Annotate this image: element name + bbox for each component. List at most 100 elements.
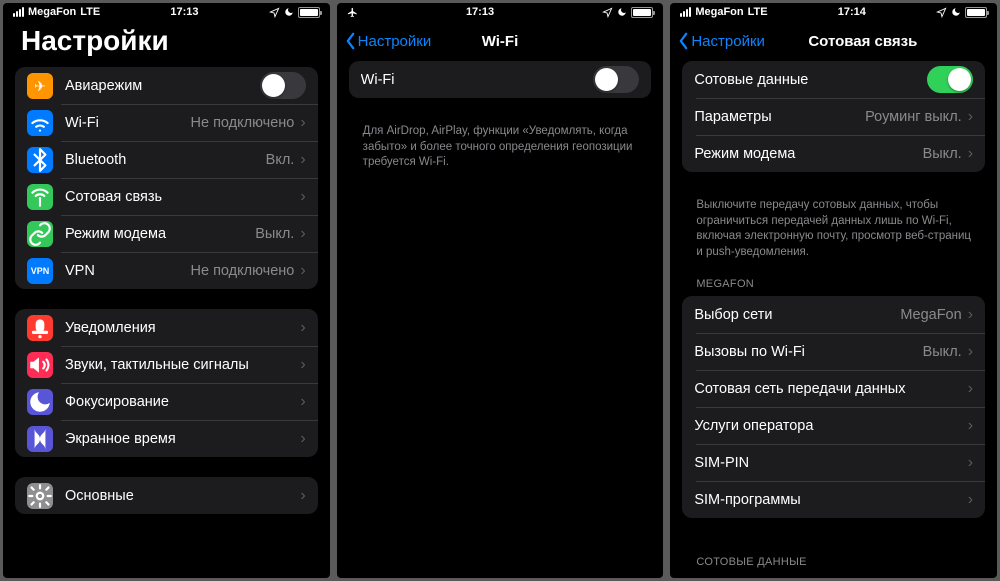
row-value: Выкл. — [923, 146, 962, 162]
settings-row[interactable]: ПараметрыРоуминг выкл. › — [682, 98, 985, 135]
row-label: Режим модема — [694, 146, 922, 162]
settings-section: Сотовые данные ПараметрыРоуминг выкл. › Р… — [682, 61, 985, 172]
dnd-moon-icon — [951, 7, 961, 17]
chevron-right-icon: › — [300, 226, 305, 242]
row-value: Не подключено — [191, 115, 295, 131]
chevron-right-icon: › — [300, 320, 305, 336]
settings-row[interactable]: Режим модемаВыкл. › — [682, 135, 985, 172]
chevron-right-icon: › — [968, 307, 973, 323]
row-value: Роуминг выкл. — [865, 109, 962, 125]
row-label: Сотовая сеть передачи данных — [694, 381, 967, 397]
row-label: Услуги оператора — [694, 418, 967, 434]
chevron-right-icon: › — [968, 455, 973, 471]
battery-icon — [965, 7, 987, 18]
back-button[interactable]: Настройки — [678, 32, 765, 50]
toggle-switch[interactable] — [260, 72, 306, 99]
settings-section: Wi-Fi — [349, 61, 652, 98]
settings-row[interactable]: Экранное время› — [15, 420, 318, 457]
VPN-icon: VPN — [27, 258, 53, 284]
status-time: 17:14 — [838, 6, 866, 18]
chevron-right-icon: › — [968, 146, 973, 162]
chevron-right-icon: › — [300, 357, 305, 373]
row-value: Выкл. — [255, 226, 294, 242]
chevron-right-icon: › — [968, 109, 973, 125]
settings-section: ✈Авиарежим Wi-FiНе подключено› Bluetooth… — [15, 67, 318, 289]
row-label: Вызовы по Wi-Fi — [694, 344, 922, 360]
moon-icon — [27, 389, 53, 415]
chevron-left-icon — [345, 32, 356, 50]
row-label: Bluetooth — [65, 152, 266, 168]
bell-icon — [27, 315, 53, 341]
phone-screen: 17:13 Настройки Wi-Fi Wi-Fi Для AirDrop,… — [337, 3, 664, 578]
settings-row[interactable]: Wi-FiНе подключено› — [15, 104, 318, 141]
settings-row[interactable]: Вызовы по Wi-FiВыкл.› — [682, 333, 985, 370]
settings-row[interactable]: Выбор сетиMegaFon › — [682, 296, 985, 333]
location-icon — [936, 7, 947, 18]
wifi-icon — [27, 110, 53, 136]
section-footer: Для AirDrop, AirPlay, функции «Уведомлят… — [349, 118, 652, 171]
row-label: SIM-PIN — [694, 455, 967, 471]
row-label: Уведомления — [65, 320, 300, 336]
settings-row[interactable]: Сотовая связь› — [15, 178, 318, 215]
section-header: СОТОВЫЕ ДАННЫЕ — [682, 538, 985, 574]
snd-icon — [27, 352, 53, 378]
row-label: Параметры — [694, 109, 865, 125]
status-bar: MegaFon LTE 17:14 — [670, 3, 997, 21]
row-label: Авиарежим — [65, 78, 260, 94]
chevron-right-icon: › — [300, 263, 305, 279]
row-label: Экранное время — [65, 431, 300, 447]
settings-row[interactable]: Уведомления› — [15, 309, 318, 346]
row-value: Вкл. — [266, 152, 295, 168]
status-time: 17:13 — [170, 6, 198, 18]
settings-row[interactable]: Сотовая сеть передачи данных› — [682, 370, 985, 407]
page-title: Настройки — [3, 21, 330, 67]
✈-icon: ✈ — [27, 73, 53, 99]
status-carrier: MegaFon — [28, 6, 76, 18]
row-value: MegaFon — [900, 307, 961, 323]
settings-row[interactable]: SIM-программы› — [682, 481, 985, 518]
link-icon — [27, 221, 53, 247]
chevron-left-icon — [678, 32, 689, 50]
chevron-right-icon: › — [300, 394, 305, 410]
settings-row[interactable]: Режим модемаВыкл. › — [15, 215, 318, 252]
bt-icon — [27, 147, 53, 173]
toggle-switch[interactable] — [593, 66, 639, 93]
section-footer: Выключите передачу сотовых данных, чтобы… — [682, 192, 985, 260]
settings-section: Уведомления› Звуки, тактильные сигналы› … — [15, 309, 318, 457]
phone-screen: MegaFon LTE 17:13 Настройки ✈Авиарежим W… — [3, 3, 330, 578]
phone-screen: MegaFon LTE 17:14 Настройки Сотовая связ… — [670, 3, 997, 578]
row-label: Режим модема — [65, 226, 255, 242]
settings-row[interactable]: Основные› — [15, 477, 318, 514]
toggle-switch[interactable] — [927, 66, 973, 93]
settings-row[interactable]: ✈ Авиарежим — [15, 67, 318, 104]
status-bar: MegaFon LTE 17:13 — [3, 3, 330, 21]
location-icon — [602, 7, 613, 18]
chevron-right-icon: › — [300, 431, 305, 447]
settings-row[interactable]: SIM-PIN› — [682, 444, 985, 481]
dnd-moon-icon — [284, 7, 294, 17]
chevron-right-icon: › — [300, 115, 305, 131]
back-button[interactable]: Настройки — [345, 32, 432, 50]
battery-icon — [298, 7, 320, 18]
settings-row[interactable]: Звуки, тактильные сигналы› — [15, 346, 318, 383]
settings-row[interactable]: BluetoothВкл.› — [15, 141, 318, 178]
status-bar: 17:13 — [337, 3, 664, 21]
settings-row[interactable]: Wi-Fi — [349, 61, 652, 98]
settings-row[interactable]: Сотовые данные — [682, 61, 985, 98]
cellular-signal-icon — [680, 7, 691, 17]
settings-row[interactable]: VPNVPNНе подключено› — [15, 252, 318, 289]
gear-icon — [27, 483, 53, 509]
settings-row[interactable]: Услуги оператора› — [682, 407, 985, 444]
row-label: Сотовые данные — [694, 72, 927, 88]
dnd-moon-icon — [617, 7, 627, 17]
cellular-signal-icon — [13, 7, 24, 17]
settings-row[interactable]: Фокусирование› — [15, 383, 318, 420]
settings-section: Основные› — [15, 477, 318, 514]
row-label: Wi-Fi — [361, 72, 594, 88]
chevron-right-icon: › — [968, 381, 973, 397]
back-label: Настройки — [358, 33, 432, 50]
settings-section: Выбор сетиMegaFon › Вызовы по Wi-FiВыкл.›… — [682, 296, 985, 518]
row-label: Выбор сети — [694, 307, 900, 323]
row-value: Не подключено — [191, 263, 295, 279]
row-label: Сотовая связь — [65, 189, 300, 205]
